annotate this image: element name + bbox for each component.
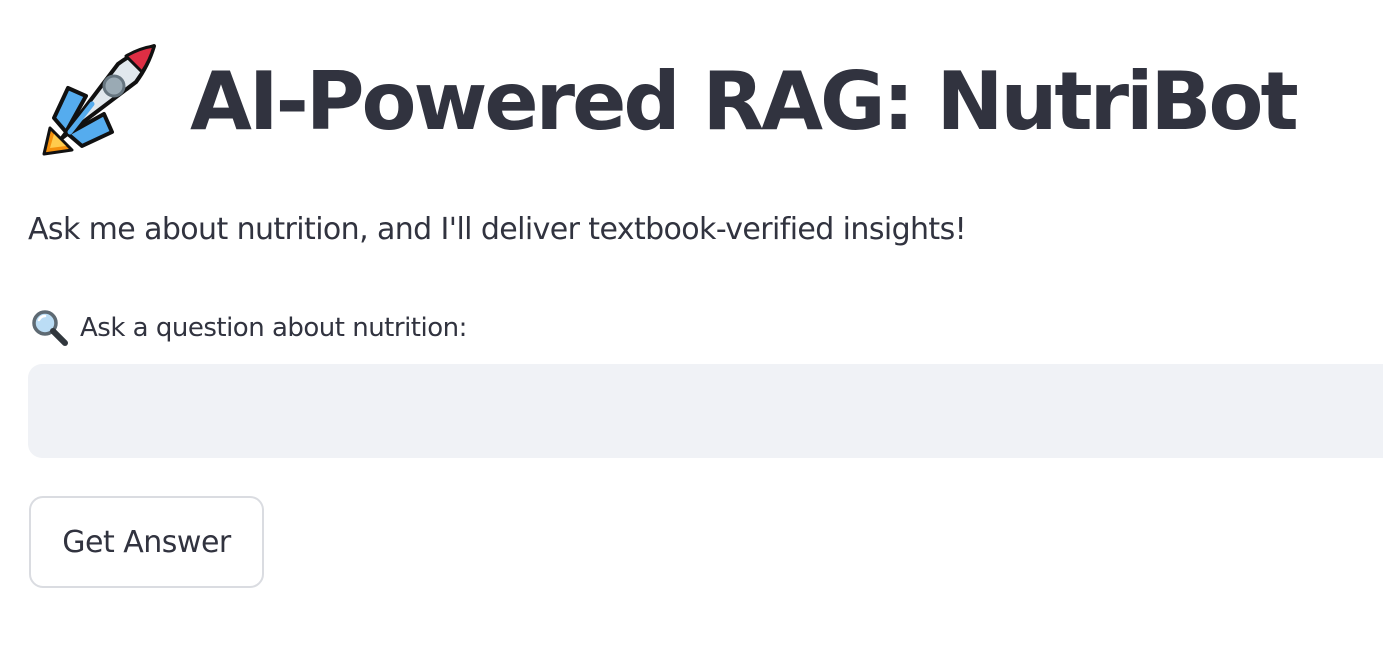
rocket-icon <box>42 44 156 156</box>
magnifying-glass-icon <box>32 310 68 346</box>
question-input[interactable] <box>28 364 1383 458</box>
question-label-text: Ask a question about nutrition: <box>80 313 467 343</box>
get-answer-button[interactable]: Get Answer <box>29 496 264 588</box>
intro-text: Ask me about nutrition, and I'll deliver… <box>28 212 967 247</box>
app-main: AI-Powered RAG: NutriBot Ask me about nu… <box>0 0 1383 666</box>
page-header: AI-Powered RAG: NutriBot <box>36 40 1299 164</box>
page-title: AI-Powered RAG: NutriBot <box>190 55 1299 148</box>
question-label: Ask a question about nutrition: <box>30 308 467 348</box>
